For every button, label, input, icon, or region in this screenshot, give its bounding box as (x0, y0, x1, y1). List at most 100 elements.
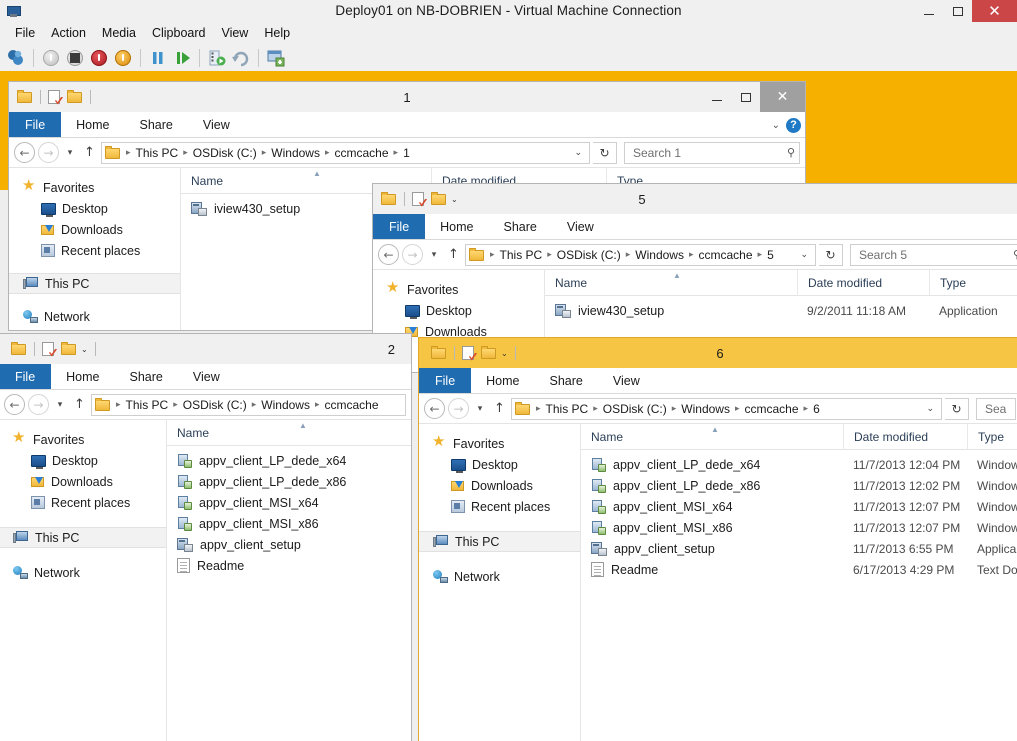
table-row[interactable]: appv_client_LP_dede_x64 11/7/2013 12:04 … (581, 454, 1017, 475)
back-button[interactable]: ← (378, 244, 399, 265)
breadcrumb-leaf[interactable]: 1 (401, 146, 412, 160)
tab-file[interactable]: File (0, 364, 52, 389)
shutdown-icon[interactable] (64, 47, 86, 69)
breadcrumb-ccmcache[interactable]: ccmcache (697, 248, 755, 262)
enhanced-session-icon[interactable] (265, 47, 287, 69)
menu-clipboard[interactable]: Clipboard (144, 24, 214, 42)
properties-folder-icon[interactable] (431, 192, 447, 206)
nav-desktop[interactable]: Desktop (373, 300, 544, 321)
folder-icon[interactable] (11, 342, 27, 356)
breadcrumb-this-pc[interactable]: This PC (544, 402, 591, 416)
forward-button[interactable]: → (402, 244, 423, 265)
table-row[interactable]: appv_client_MSI_x64 (167, 492, 411, 513)
tab-share[interactable]: Share (489, 214, 552, 239)
menu-media[interactable]: Media (94, 24, 144, 42)
new-folder-icon[interactable] (48, 89, 63, 105)
revert-icon[interactable] (230, 47, 252, 69)
tab-file[interactable]: File (373, 214, 426, 239)
back-button[interactable]: ← (4, 394, 25, 415)
ctrl-alt-delete-icon[interactable] (5, 47, 27, 69)
breadcrumb-ccmcache[interactable]: ccmcache (323, 398, 381, 412)
menu-action[interactable]: Action (43, 24, 94, 42)
power-off-icon[interactable] (40, 47, 62, 69)
window-1-minimize-button[interactable] (702, 82, 731, 112)
up-button[interactable]: ↑ (445, 247, 462, 262)
nav-this-pc[interactable]: This PC (9, 273, 180, 294)
tab-file[interactable]: File (9, 112, 62, 137)
window-2-title-bar[interactable]: ⌄ 2 (0, 334, 411, 364)
tab-view[interactable]: View (598, 368, 655, 393)
window-1-maximize-button[interactable] (731, 82, 760, 112)
nav-recent-places[interactable]: Recent places (419, 496, 580, 517)
file-name-cell[interactable]: appv_client_MSI_x64 (167, 495, 319, 510)
file-name-cell[interactable]: appv_client_setup (167, 537, 301, 552)
tab-share[interactable]: Share (115, 364, 178, 389)
column-header-date[interactable]: Date modified (797, 269, 929, 296)
nav-downloads[interactable]: Downloads (9, 219, 180, 240)
window-5-search-input[interactable]: Search 5 ⚲ (850, 243, 1017, 266)
file-name-cell[interactable]: appv_client_MSI_x64 (581, 499, 843, 514)
tab-home[interactable]: Home (51, 364, 114, 389)
qat-dropdown-icon[interactable]: ⌄ (451, 195, 458, 204)
tab-view[interactable]: View (552, 214, 609, 239)
breadcrumb-osdisk[interactable]: OSDisk (C:) (191, 146, 259, 160)
table-row[interactable]: appv_client_setup (167, 534, 411, 555)
help-icon[interactable]: ? (786, 117, 801, 133)
qat-dropdown-icon[interactable]: ⌄ (81, 345, 88, 354)
window-5-title-bar[interactable]: ⌄ 5 (373, 184, 1017, 214)
folder-icon[interactable] (381, 192, 397, 206)
window-6-title-bar[interactable]: ⌄ 6 (419, 338, 1017, 368)
tab-home[interactable]: Home (471, 368, 534, 393)
nav-downloads[interactable]: Downloads (0, 471, 166, 492)
tab-share[interactable]: Share (125, 112, 188, 137)
refresh-button[interactable]: ↻ (593, 141, 617, 164)
table-row[interactable]: appv_client_MSI_x86 (167, 513, 411, 534)
back-button[interactable]: ← (14, 142, 35, 163)
table-row[interactable]: Readme (167, 555, 411, 576)
start-icon[interactable] (112, 47, 134, 69)
table-row[interactable]: iview430_setup 9/2/2011 11:18 AM Applica… (545, 300, 1017, 321)
column-header-type[interactable]: Type (929, 269, 1017, 296)
breadcrumb-ccmcache[interactable]: ccmcache (743, 402, 801, 416)
up-button[interactable]: ↑ (81, 145, 98, 160)
new-folder-icon[interactable] (42, 341, 57, 357)
nav-recent-places[interactable]: Recent places (9, 240, 180, 261)
column-header-name[interactable]: Name (167, 420, 411, 446)
forward-button[interactable]: → (28, 394, 49, 415)
search-icon[interactable]: ⚲ (787, 146, 795, 159)
file-name-cell[interactable]: appv_client_MSI_x86 (581, 520, 843, 535)
table-row[interactable]: appv_client_LP_dede_x64 (167, 450, 411, 471)
qat-dropdown-icon[interactable]: ⌄ (501, 349, 508, 358)
window-1-search-input[interactable]: Search 1 ⚲ (624, 141, 800, 164)
nav-network[interactable]: Network (419, 566, 580, 587)
menu-help[interactable]: Help (256, 24, 298, 42)
breadcrumb-osdisk[interactable]: OSDisk (C:) (181, 398, 249, 412)
nav-favorites[interactable]: Favorites (0, 428, 166, 450)
properties-folder-icon[interactable] (61, 342, 77, 356)
file-name-cell[interactable]: Readme (167, 558, 244, 573)
breadcrumb-leaf[interactable]: 5 (765, 248, 776, 262)
breadcrumb-windows[interactable]: Windows (269, 146, 322, 160)
file-name-cell[interactable]: appv_client_LP_dede_x64 (167, 453, 346, 468)
breadcrumb-this-pc[interactable]: This PC (134, 146, 181, 160)
table-row[interactable]: appv_client_setup 11/7/2013 6:55 PM Appl… (581, 538, 1017, 559)
window-6-breadcrumb[interactable]: ▸ This PC ▸ OSDisk (C:) ▸ Windows ▸ ccmc… (511, 397, 942, 420)
nav-network[interactable]: Network (9, 306, 180, 327)
explorer-window-6[interactable]: ⌄ 6 File Home Share View ← → ▾ ↑ ▸ This (418, 337, 1017, 741)
breadcrumb-dropdown-icon[interactable]: ⌄ (921, 403, 939, 414)
tab-share[interactable]: Share (535, 368, 598, 393)
file-name-cell[interactable]: appv_client_MSI_x86 (167, 516, 319, 531)
nav-favorites[interactable]: Favorites (373, 278, 544, 300)
properties-folder-icon[interactable] (67, 90, 83, 104)
vm-close-button[interactable]: ✕ (972, 0, 1017, 22)
nav-network[interactable]: Network (0, 562, 166, 583)
explorer-window-2[interactable]: ⌄ 2 File Home Share View ← → ▾ ↑ ▸ This (0, 333, 412, 741)
vm-maximize-button[interactable] (943, 0, 972, 22)
nav-desktop[interactable]: Desktop (0, 450, 166, 471)
chevron-down-icon[interactable]: ⌄ (772, 120, 780, 131)
tab-home[interactable]: Home (61, 112, 124, 137)
nav-desktop[interactable]: Desktop (9, 198, 180, 219)
file-name-cell[interactable]: appv_client_LP_dede_x86 (167, 474, 346, 489)
nav-recent-places[interactable]: Recent places (0, 492, 166, 513)
file-name-cell[interactable]: appv_client_LP_dede_x86 (581, 478, 843, 493)
